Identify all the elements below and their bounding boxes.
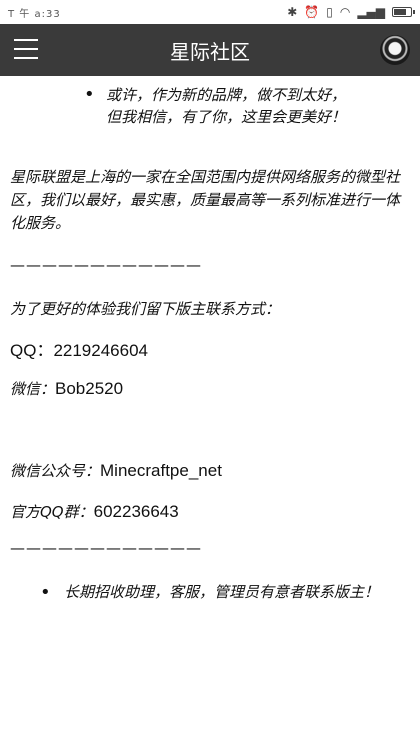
public-account-value: Minecraftpe_net: [100, 461, 222, 480]
status-bar: T 午 a:33 ✱ ⏰ ▯ ◠ ▂▄▆: [0, 0, 420, 24]
intro-paragraph: 星际联盟是上海的一家在全国范围内提供网络服务的微型社区，我们以最好，最实惠，质量…: [10, 168, 401, 232]
wifi-icon: ◠: [339, 5, 351, 19]
qq-group-value: 602236643: [93, 502, 179, 521]
page-title: 星际社区: [170, 39, 250, 64]
vibrate-icon: ▯: [326, 5, 333, 19]
app-bar: 星际社区: [0, 24, 420, 76]
public-account-label: 微信公众号：: [10, 462, 101, 480]
qq-group-label: 官方QQ群：: [10, 503, 94, 521]
wechat-label: 微信：: [10, 380, 56, 398]
list-item: 或许，作为新的品牌，做不到太好，但我相信，有了你，这里会更美好！: [84, 84, 356, 128]
wechat-contact: 微信：Bob2520: [10, 378, 123, 400]
status-time: T 午 a:33: [8, 8, 61, 20]
divider: ————————————: [10, 539, 202, 557]
avatar[interactable]: [380, 35, 410, 65]
signal-icon: ▂▄▆: [357, 5, 385, 19]
divider: ————————————: [10, 256, 202, 274]
wechat-value: Bob2520: [55, 379, 124, 398]
battery-fill: [394, 9, 406, 15]
menu-icon[interactable]: [14, 36, 40, 62]
bluetooth-icon: ✱: [287, 5, 298, 19]
qq-group-contact: 官方QQ群：602236643: [10, 501, 179, 523]
list-item: 长期招收助理，客服，管理员有意者联系版主！: [40, 581, 404, 604]
contact-intro: 为了更好的体验我们留下版主联系方式：: [10, 300, 281, 318]
alarm-off-icon: ⏰: [304, 5, 320, 19]
battery-icon: [392, 7, 415, 17]
qq-contact: QQ：2219246604: [10, 341, 148, 360]
public-account-contact: 微信公众号：Minecraftpe_net: [10, 460, 222, 482]
status-icons: ✱ ⏰ ▯ ◠ ▂▄▆: [287, 5, 415, 19]
